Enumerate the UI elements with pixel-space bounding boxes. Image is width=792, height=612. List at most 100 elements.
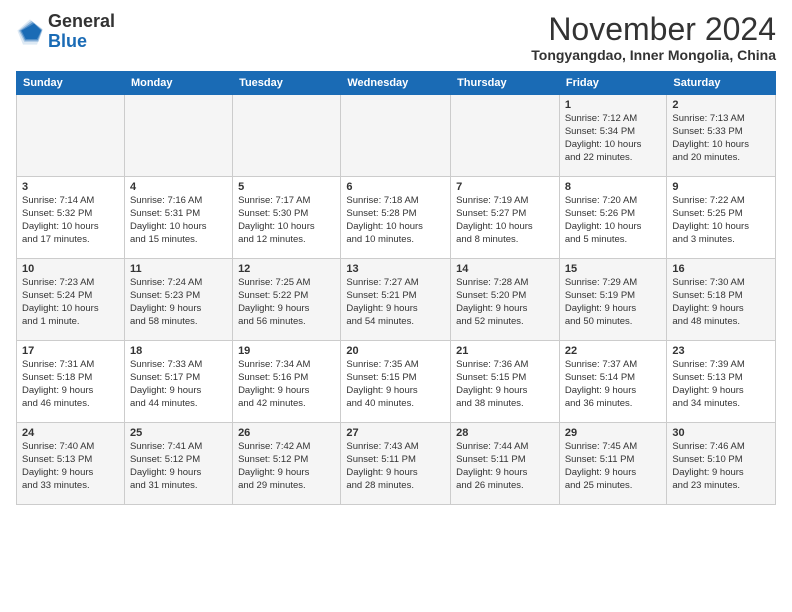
- day-number: 10: [22, 263, 119, 275]
- day-number: 13: [346, 263, 445, 275]
- day-cell-23: 23 Sunrise: 7:39 AM Sunset: 5:13 PM Dayli…: [667, 341, 776, 423]
- day-info: Sunrise: 7:46 AM Sunset: 5:10 PM Dayligh…: [672, 441, 770, 492]
- empty-cell: [17, 95, 125, 177]
- day-info: Sunrise: 7:29 AM Sunset: 5:19 PM Dayligh…: [565, 277, 662, 328]
- day-info: Sunrise: 7:33 AM Sunset: 5:17 PM Dayligh…: [130, 359, 227, 410]
- day-number: 12: [238, 263, 335, 275]
- day-info: Sunrise: 7:30 AM Sunset: 5:18 PM Dayligh…: [672, 277, 770, 328]
- day-number: 4: [130, 181, 227, 193]
- weekday-header-thursday: Thursday: [451, 72, 560, 95]
- day-number: 21: [456, 345, 554, 357]
- day-cell-15: 15 Sunrise: 7:29 AM Sunset: 5:19 PM Dayli…: [559, 259, 667, 341]
- day-number: 22: [565, 345, 662, 357]
- day-cell-4: 4 Sunrise: 7:16 AM Sunset: 5:31 PM Daylig…: [124, 177, 232, 259]
- day-cell-8: 8Sunrise: 7:20 AM Sunset: 5:26 PM Daylig…: [559, 177, 667, 259]
- logo-text: General Blue: [48, 12, 115, 52]
- day-info: Sunrise: 7:14 AM Sunset: 5:32 PM Dayligh…: [22, 195, 119, 246]
- day-number: 6: [346, 181, 445, 193]
- day-number: 9: [672, 181, 770, 193]
- day-cell-5: 5Sunrise: 7:17 AM Sunset: 5:30 PM Daylig…: [233, 177, 341, 259]
- day-cell-7: 7Sunrise: 7:19 AM Sunset: 5:27 PM Daylig…: [451, 177, 560, 259]
- day-cell-3: 3 Sunrise: 7:14 AM Sunset: 5:32 PM Daylig…: [17, 177, 125, 259]
- day-number: 25: [130, 427, 227, 439]
- week-row-4: 17 Sunrise: 7:31 AM Sunset: 5:18 PM Dayli…: [17, 341, 776, 423]
- day-number: 7: [456, 181, 554, 193]
- day-number: 19: [238, 345, 335, 357]
- weekday-header-row: SundayMondayTuesdayWednesdayThursdayFrid…: [17, 72, 776, 95]
- day-number: 29: [565, 427, 662, 439]
- day-info: Sunrise: 7:41 AM Sunset: 5:12 PM Dayligh…: [130, 441, 227, 492]
- day-cell-29: 29 Sunrise: 7:45 AM Sunset: 5:11 PM Dayli…: [559, 423, 667, 505]
- day-number: 1: [565, 99, 662, 111]
- month-title: November 2024: [531, 12, 776, 47]
- day-info: Sunrise: 7:31 AM Sunset: 5:18 PM Dayligh…: [22, 359, 119, 410]
- day-cell-2: 2Sunrise: 7:13 AM Sunset: 5:33 PM Daylig…: [667, 95, 776, 177]
- day-cell-24: 24 Sunrise: 7:40 AM Sunset: 5:13 PM Dayli…: [17, 423, 125, 505]
- day-cell-19: 19 Sunrise: 7:34 AM Sunset: 5:16 PM Dayli…: [233, 341, 341, 423]
- logo: General Blue: [16, 12, 115, 52]
- day-cell-16: 16 Sunrise: 7:30 AM Sunset: 5:18 PM Dayli…: [667, 259, 776, 341]
- day-number: 3: [22, 181, 119, 193]
- empty-cell: [451, 95, 560, 177]
- day-info: Sunrise: 7:27 AM Sunset: 5:21 PM Dayligh…: [346, 277, 445, 328]
- weekday-header-saturday: Saturday: [667, 72, 776, 95]
- day-info: Sunrise: 7:39 AM Sunset: 5:13 PM Dayligh…: [672, 359, 770, 410]
- day-cell-17: 17 Sunrise: 7:31 AM Sunset: 5:18 PM Dayli…: [17, 341, 125, 423]
- day-info: Sunrise: 7:28 AM Sunset: 5:20 PM Dayligh…: [456, 277, 554, 328]
- day-info: Sunrise: 7:36 AM Sunset: 5:15 PM Dayligh…: [456, 359, 554, 410]
- day-number: 5: [238, 181, 335, 193]
- calendar: SundayMondayTuesdayWednesdayThursdayFrid…: [16, 71, 776, 505]
- day-cell-11: 11Sunrise: 7:24 AM Sunset: 5:23 PM Dayli…: [124, 259, 232, 341]
- day-cell-28: 28Sunrise: 7:44 AM Sunset: 5:11 PM Dayli…: [451, 423, 560, 505]
- title-block: November 2024 Tongyangdao, Inner Mongoli…: [531, 12, 776, 63]
- weekday-header-monday: Monday: [124, 72, 232, 95]
- week-row-5: 24 Sunrise: 7:40 AM Sunset: 5:13 PM Dayli…: [17, 423, 776, 505]
- day-info: Sunrise: 7:35 AM Sunset: 5:15 PM Dayligh…: [346, 359, 445, 410]
- week-row-3: 10 Sunrise: 7:23 AM Sunset: 5:24 PM Dayli…: [17, 259, 776, 341]
- day-cell-21: 21 Sunrise: 7:36 AM Sunset: 5:15 PM Dayli…: [451, 341, 560, 423]
- day-number: 2: [672, 99, 770, 111]
- day-cell-30: 30 Sunrise: 7:46 AM Sunset: 5:10 PM Dayli…: [667, 423, 776, 505]
- day-info: Sunrise: 7:23 AM Sunset: 5:24 PM Dayligh…: [22, 277, 119, 328]
- day-number: 23: [672, 345, 770, 357]
- empty-cell: [341, 95, 451, 177]
- weekday-header-sunday: Sunday: [17, 72, 125, 95]
- day-info: Sunrise: 7:43 AM Sunset: 5:11 PM Dayligh…: [346, 441, 445, 492]
- day-info: Sunrise: 7:40 AM Sunset: 5:13 PM Dayligh…: [22, 441, 119, 492]
- day-cell-25: 25 Sunrise: 7:41 AM Sunset: 5:12 PM Dayli…: [124, 423, 232, 505]
- day-number: 16: [672, 263, 770, 275]
- day-number: 14: [456, 263, 554, 275]
- empty-cell: [233, 95, 341, 177]
- day-cell-13: 13 Sunrise: 7:27 AM Sunset: 5:21 PM Dayli…: [341, 259, 451, 341]
- day-cell-26: 26 Sunrise: 7:42 AM Sunset: 5:12 PM Dayli…: [233, 423, 341, 505]
- header: General Blue November 2024 Tongyangdao, …: [16, 12, 776, 63]
- day-number: 30: [672, 427, 770, 439]
- weekday-header-tuesday: Tuesday: [233, 72, 341, 95]
- day-number: 8: [565, 181, 662, 193]
- day-number: 15: [565, 263, 662, 275]
- day-cell-20: 20Sunrise: 7:35 AM Sunset: 5:15 PM Dayli…: [341, 341, 451, 423]
- empty-cell: [124, 95, 232, 177]
- day-info: Sunrise: 7:18 AM Sunset: 5:28 PM Dayligh…: [346, 195, 445, 246]
- day-cell-18: 18Sunrise: 7:33 AM Sunset: 5:17 PM Dayli…: [124, 341, 232, 423]
- day-cell-27: 27Sunrise: 7:43 AM Sunset: 5:11 PM Dayli…: [341, 423, 451, 505]
- weekday-header-wednesday: Wednesday: [341, 72, 451, 95]
- day-info: Sunrise: 7:34 AM Sunset: 5:16 PM Dayligh…: [238, 359, 335, 410]
- day-info: Sunrise: 7:37 AM Sunset: 5:14 PM Dayligh…: [565, 359, 662, 410]
- day-info: Sunrise: 7:45 AM Sunset: 5:11 PM Dayligh…: [565, 441, 662, 492]
- day-info: Sunrise: 7:42 AM Sunset: 5:12 PM Dayligh…: [238, 441, 335, 492]
- day-number: 26: [238, 427, 335, 439]
- day-number: 24: [22, 427, 119, 439]
- day-info: Sunrise: 7:44 AM Sunset: 5:11 PM Dayligh…: [456, 441, 554, 492]
- day-cell-22: 22 Sunrise: 7:37 AM Sunset: 5:14 PM Dayli…: [559, 341, 667, 423]
- day-info: Sunrise: 7:16 AM Sunset: 5:31 PM Dayligh…: [130, 195, 227, 246]
- day-info: Sunrise: 7:22 AM Sunset: 5:25 PM Dayligh…: [672, 195, 770, 246]
- day-cell-9: 9 Sunrise: 7:22 AM Sunset: 5:25 PM Daylig…: [667, 177, 776, 259]
- day-info: Sunrise: 7:25 AM Sunset: 5:22 PM Dayligh…: [238, 277, 335, 328]
- location: Tongyangdao, Inner Mongolia, China: [531, 47, 776, 63]
- day-number: 17: [22, 345, 119, 357]
- day-cell-14: 14 Sunrise: 7:28 AM Sunset: 5:20 PM Dayli…: [451, 259, 560, 341]
- day-cell-10: 10 Sunrise: 7:23 AM Sunset: 5:24 PM Dayli…: [17, 259, 125, 341]
- logo-general: General: [48, 11, 115, 31]
- weekday-header-friday: Friday: [559, 72, 667, 95]
